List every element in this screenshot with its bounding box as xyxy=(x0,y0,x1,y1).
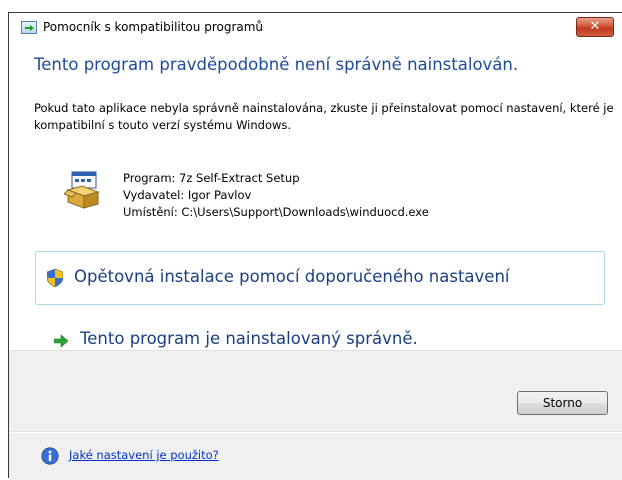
info-icon xyxy=(41,447,59,465)
program-publisher: Vydavatel: Igor Pavlov xyxy=(123,188,252,202)
reinstall-option-label: Opětovná instalace pomocí doporučeného n… xyxy=(74,267,510,286)
program-location: Umístění: C:\Users\Support\Downloads\win… xyxy=(123,205,429,219)
cancel-button[interactable]: Storno xyxy=(517,391,608,415)
dialog-footer: Storno Jaké nastavení je použito? xyxy=(9,350,622,480)
help-settings-link[interactable]: Jaké nastavení je použito? xyxy=(69,448,219,462)
description-text: Pokud tato aplikace nebyla správně nains… xyxy=(34,101,614,132)
setup-installer-icon xyxy=(64,171,100,209)
page-title: Tento program pravděpodobně není správně… xyxy=(34,55,519,74)
window-title: Pomocník s kompatibilitou programů xyxy=(43,20,264,34)
program-details: Program: 7z Self-Extract Setup Vydavatel… xyxy=(123,170,429,221)
app-icon xyxy=(21,21,37,34)
close-button[interactable]: ✕ xyxy=(576,17,614,37)
footer-divider-highlight xyxy=(9,432,622,433)
installed-correctly-label: Tento program je nainstalovaný správně. xyxy=(80,329,418,348)
title-bar[interactable]: Pomocník s kompatibilitou programů ✕ xyxy=(9,13,622,43)
reinstall-option[interactable]: Opětovná instalace pomocí doporučeného n… xyxy=(35,251,605,305)
green-arrow-icon xyxy=(54,334,68,348)
program-name: Program: 7z Self-Extract Setup xyxy=(123,171,300,185)
compatibility-assistant-window: Pomocník s kompatibilitou programů ✕ Ten… xyxy=(8,12,622,480)
uac-shield-icon xyxy=(47,269,63,287)
